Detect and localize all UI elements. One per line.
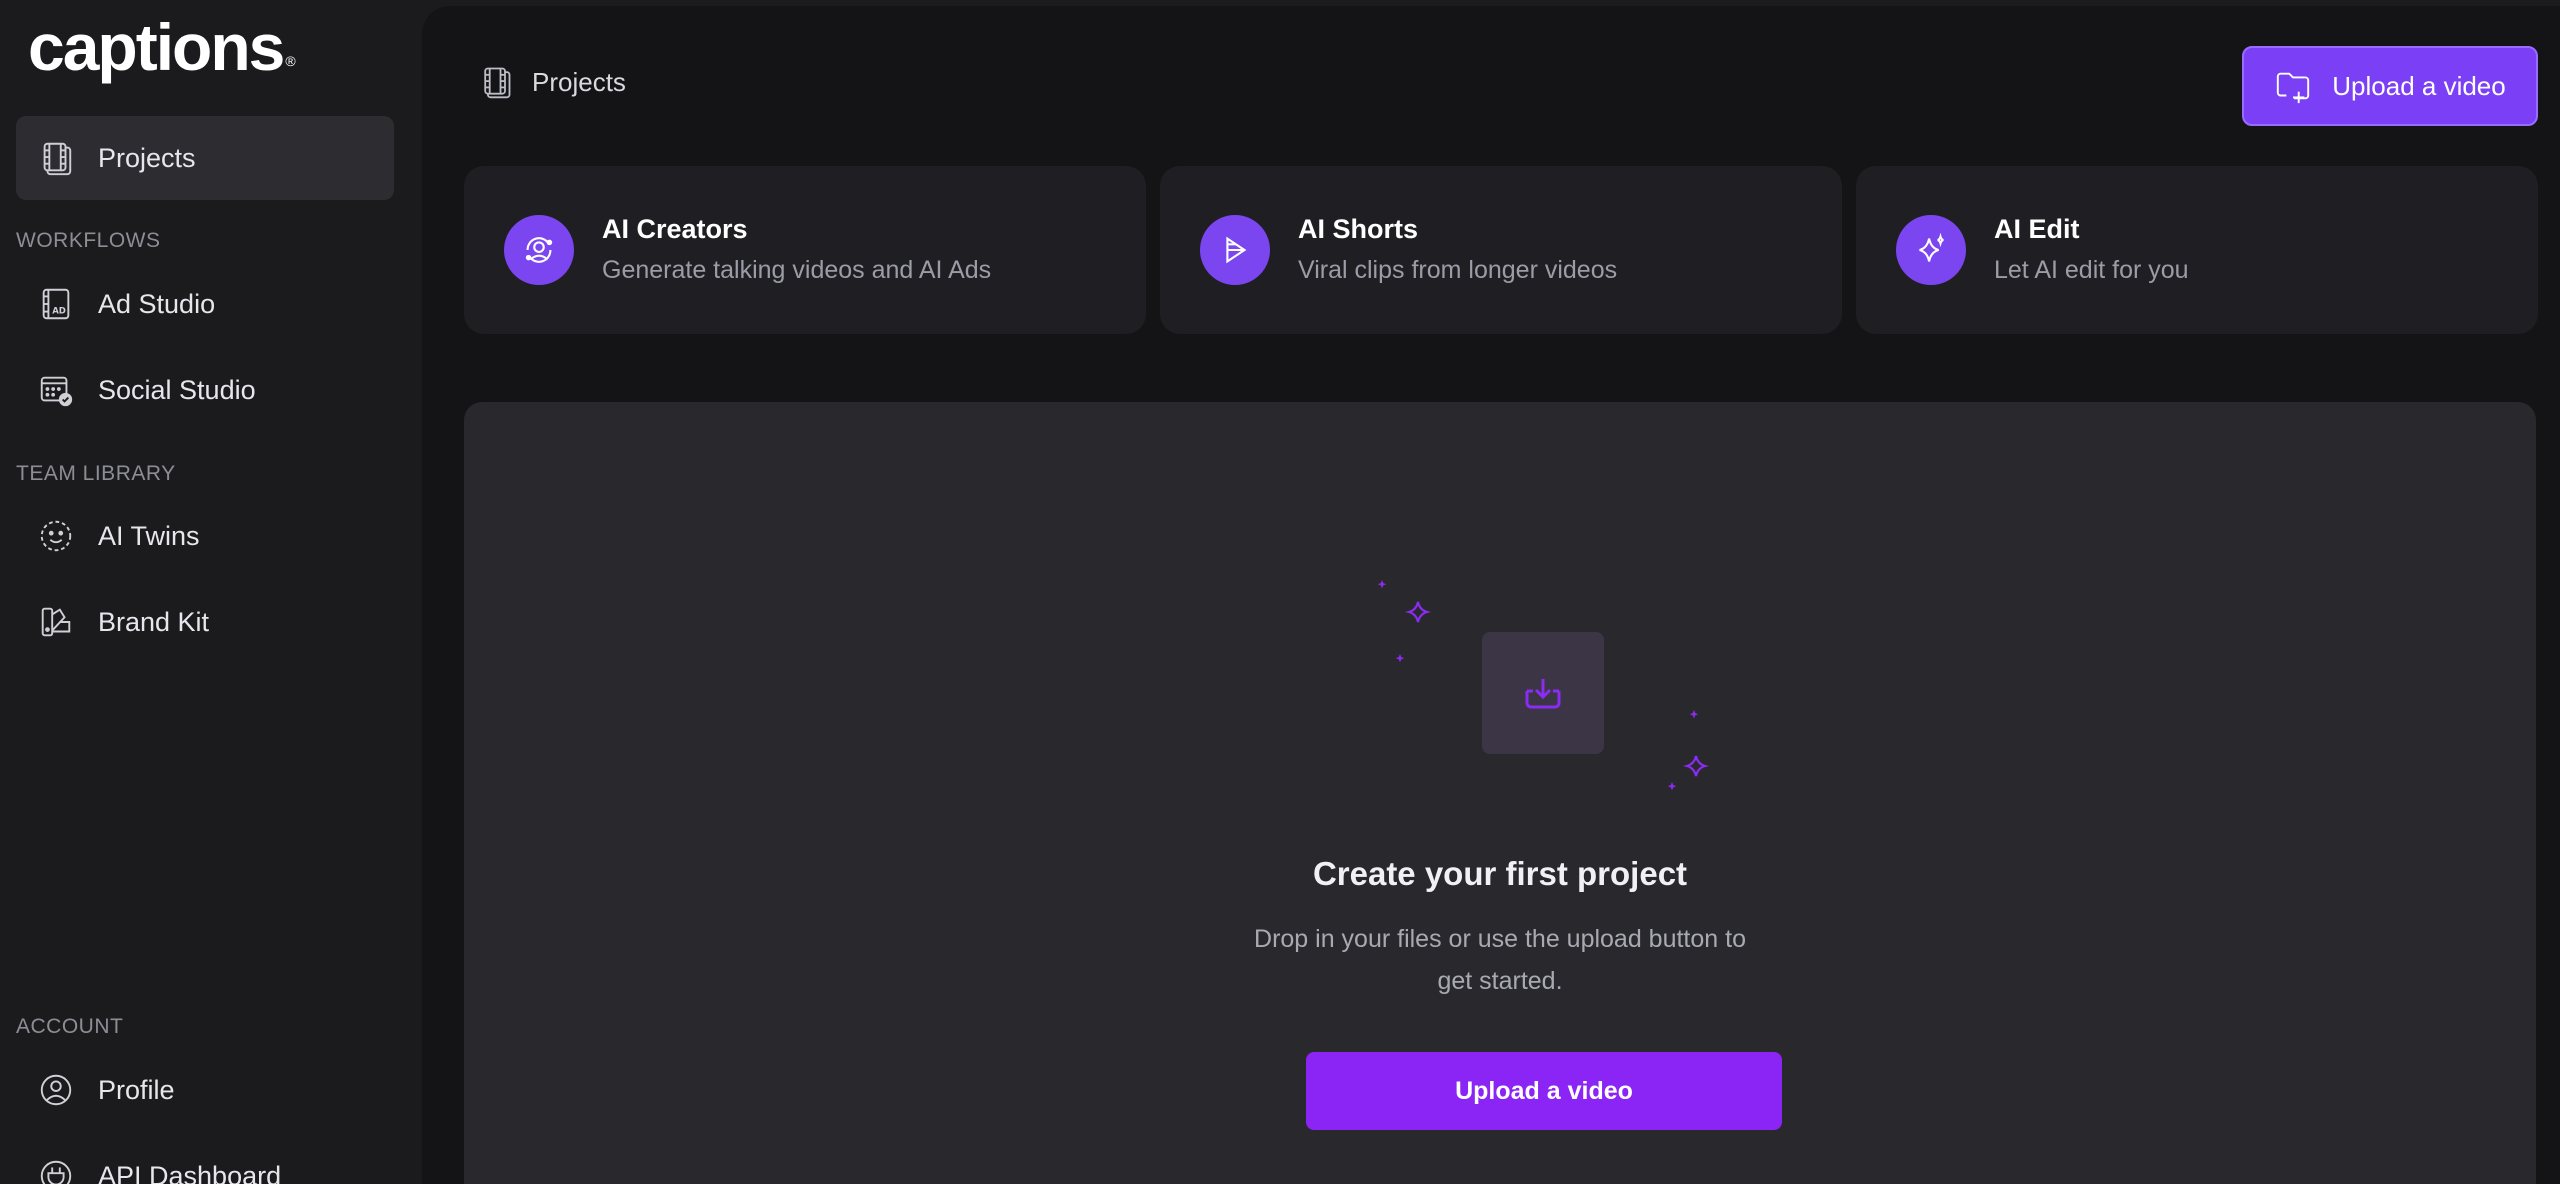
feature-card-ai-shorts[interactable]: AI Shorts Viral clips from longer videos bbox=[1160, 166, 1842, 334]
empty-state-title: Create your first project bbox=[1312, 855, 1688, 892]
upload-video-primary-button[interactable]: Upload a video bbox=[1306, 1052, 1782, 1130]
sidebar-item-ai-twins[interactable]: AI Twins bbox=[16, 494, 394, 578]
feature-card-ai-edit[interactable]: AI Edit Let AI edit for you bbox=[1856, 166, 2538, 334]
sidebar: captions ® Projects WORKFLOWS AD Ad Stud… bbox=[0, 0, 422, 1184]
svg-text:AD: AD bbox=[52, 307, 66, 317]
sidebar-item-label: Ad Studio bbox=[98, 288, 216, 319]
main-content: Projects Upload a video AI Creators Gene… bbox=[422, 6, 2560, 1184]
feature-desc: Generate talking videos and AI Ads bbox=[602, 256, 992, 284]
plug-icon bbox=[36, 1156, 76, 1184]
face-icon bbox=[36, 516, 76, 556]
upload-video-primary-label: Upload a video bbox=[1455, 1076, 1633, 1105]
breadcrumb[interactable]: Projects bbox=[478, 64, 626, 100]
sparkles-decoration-right bbox=[1667, 710, 1710, 791]
section-title-account: ACCOUNT bbox=[16, 1015, 124, 1038]
sidebar-item-profile[interactable]: Profile bbox=[16, 1048, 394, 1132]
film-stack-icon bbox=[484, 67, 511, 99]
sidebar-item-label: API Dashboard bbox=[98, 1160, 282, 1184]
ad-studio-icon: AD bbox=[36, 284, 76, 324]
film-stack-icon bbox=[36, 138, 76, 178]
upload-video-button[interactable]: Upload a video bbox=[2242, 46, 2538, 126]
user-circle-icon bbox=[36, 1070, 76, 1110]
breadcrumb-label: Projects bbox=[532, 66, 626, 97]
calendar-check-icon bbox=[36, 370, 76, 410]
feature-title: AI Creators bbox=[602, 214, 748, 244]
feature-card-ai-creators[interactable]: AI Creators Generate talking videos and … bbox=[464, 166, 1146, 334]
section-title-team-library: TEAM LIBRARY bbox=[16, 462, 176, 485]
feature-title: AI Edit bbox=[1994, 214, 2080, 244]
sidebar-item-label: Projects bbox=[98, 142, 196, 173]
sidebar-item-label: Profile bbox=[98, 1074, 175, 1105]
app-root: captions ® Projects WORKFLOWS AD Ad Stud… bbox=[0, 0, 2560, 1184]
folder-plus-icon bbox=[2277, 72, 2310, 104]
captions-logo[interactable]: captions ® bbox=[28, 12, 296, 82]
download-tray-icon bbox=[1525, 679, 1561, 709]
palette-icon bbox=[36, 602, 76, 642]
upload-tray bbox=[1482, 632, 1604, 754]
upload-dropzone[interactable]: Create your first project Drop in your f… bbox=[464, 402, 2536, 1184]
sidebar-item-api-dashboard[interactable]: API Dashboard bbox=[16, 1134, 394, 1184]
sidebar-item-label: AI Twins bbox=[98, 520, 200, 551]
play-icon bbox=[1200, 215, 1270, 285]
upload-video-label: Upload a video bbox=[2332, 70, 2506, 101]
section-title-workflows: WORKFLOWS bbox=[16, 229, 161, 252]
ai-creator-icon bbox=[504, 215, 574, 285]
feature-title: AI Shorts bbox=[1298, 214, 1419, 244]
feature-desc: Let AI edit for you bbox=[1994, 256, 2189, 284]
feature-desc: Viral clips from longer videos bbox=[1298, 256, 1618, 284]
sidebar-item-social-studio[interactable]: Social Studio bbox=[16, 348, 394, 432]
sidebar-item-label: Brand Kit bbox=[98, 606, 210, 637]
empty-state-description: Drop in your files or use the upload but… bbox=[1254, 925, 1746, 995]
sidebar-item-brand-kit[interactable]: Brand Kit bbox=[16, 580, 394, 664]
sidebar-item-label: Social Studio bbox=[98, 374, 256, 405]
sparkle-icon bbox=[1896, 215, 1966, 285]
sidebar-item-projects[interactable]: Projects bbox=[16, 116, 394, 200]
sidebar-item-ad-studio[interactable]: AD Ad Studio bbox=[16, 262, 394, 346]
